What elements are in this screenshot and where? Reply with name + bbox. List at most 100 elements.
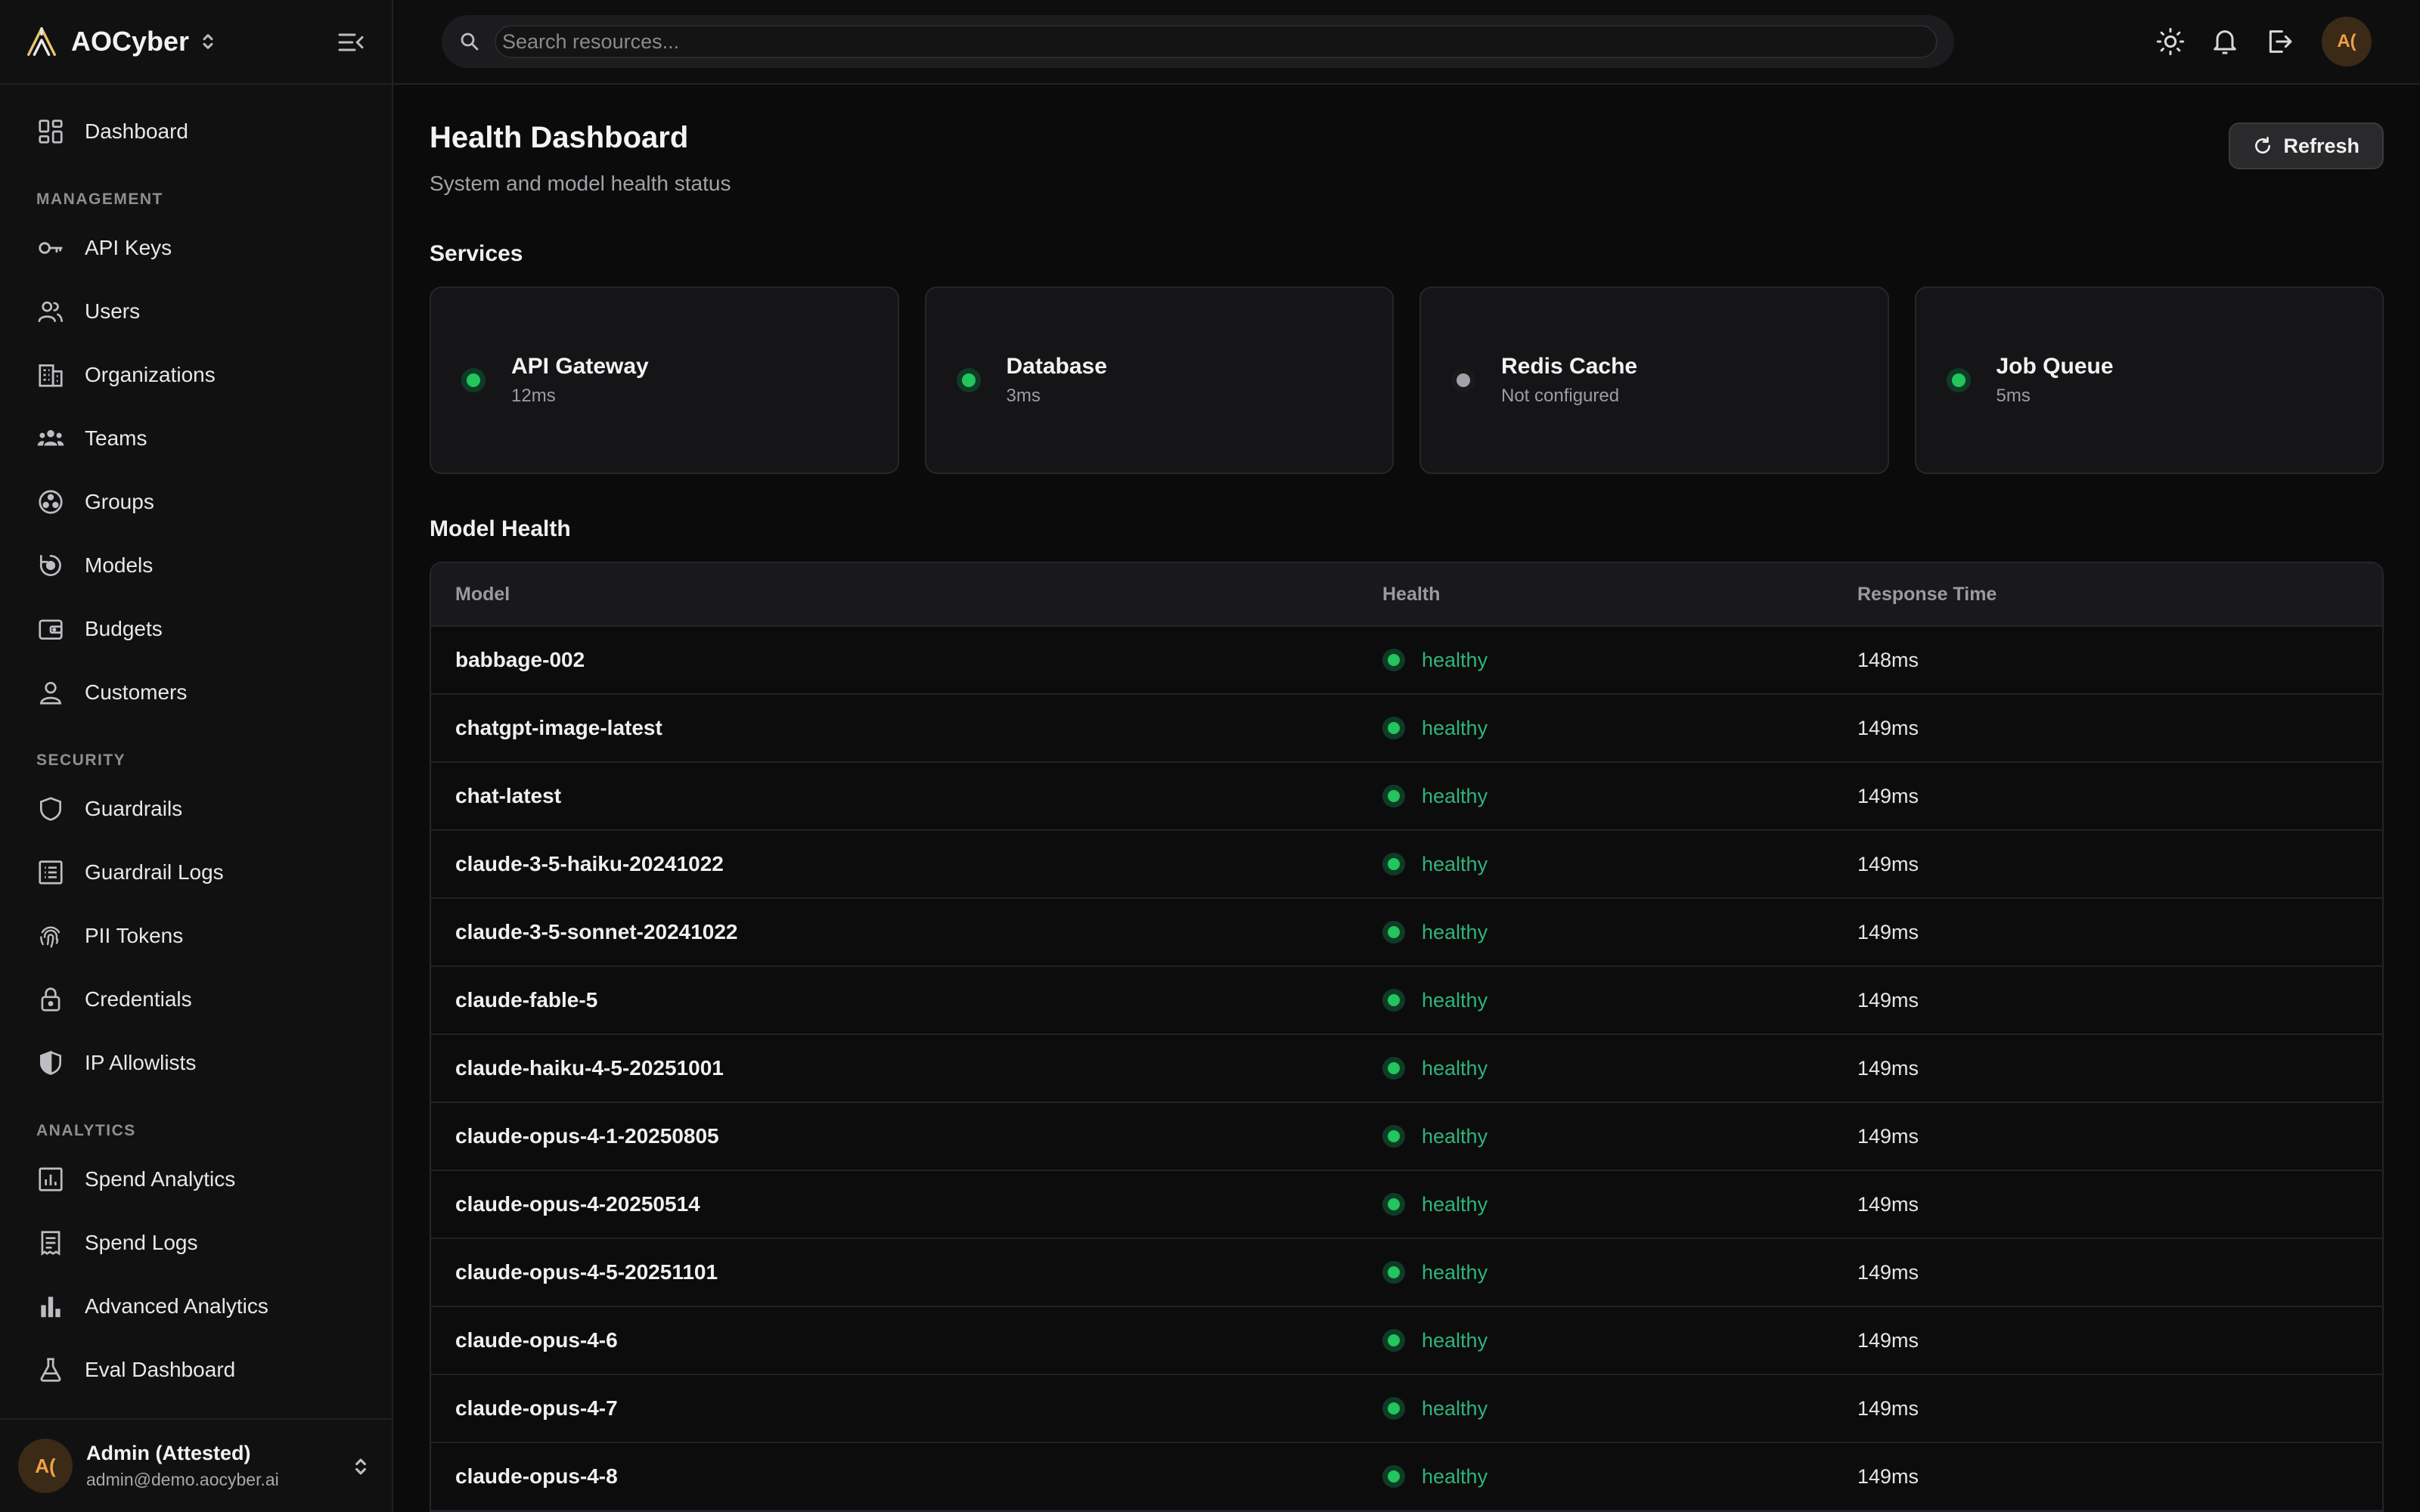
service-text: API Gateway 12ms	[511, 354, 649, 407]
status-indicator	[1382, 649, 1405, 671]
person-icon	[39, 681, 62, 705]
wallet-icon	[39, 619, 63, 640]
sidebar-item-advanced-analytics[interactable]: Advanced Analytics	[0, 1275, 392, 1338]
health-cell: healthy	[1382, 921, 1857, 944]
org-switch-chevron-icon[interactable]	[200, 30, 216, 53]
sidebar-item-models[interactable]: Models	[0, 534, 392, 597]
sidebar-item-organizations[interactable]: Organizations	[0, 343, 392, 407]
table-row[interactable]: claude-3-5-sonnet-20241022 healthy 149ms	[431, 899, 2382, 967]
fingerprint-icon	[40, 926, 60, 948]
model-name: claude-opus-4-5-20251101	[455, 1260, 718, 1284]
bell-icon[interactable]	[2210, 26, 2240, 57]
service-status: 5ms	[1996, 386, 2031, 406]
services-grid: API Gateway 12ms Database 3ms Redis Cache Not…	[430, 287, 2384, 474]
table-row[interactable]: claude-opus-4-20250514 healthy 149ms	[431, 1171, 2382, 1239]
health-cell: healthy	[1382, 1057, 1857, 1080]
sidebar-nav: Dashboard MANAGEMENT API Keys Users Orga…	[0, 85, 392, 1418]
response-time: 149ms	[1857, 1328, 1919, 1352]
sidebar-item-label: IP Allowlists	[85, 1051, 197, 1074]
page-title: Health Dashboard	[430, 121, 689, 154]
sidebar-item-customers[interactable]: Customers	[0, 661, 392, 724]
table-row[interactable]: claude-opus-4-5-20251101 healthy 149ms	[431, 1239, 2382, 1307]
sidebar-item-pii-tokens[interactable]: PII Tokens	[0, 904, 392, 968]
sidebar-item-spend-analytics[interactable]: Spend Analytics	[0, 1148, 392, 1211]
brand-header: AOCyber	[0, 0, 392, 85]
model-name: claude-opus-4-7	[455, 1396, 618, 1420]
sidebar-item-label: Spend Logs	[85, 1231, 198, 1254]
status-indicator	[1382, 1193, 1405, 1216]
status-indicator	[1382, 717, 1405, 739]
sidebar-item-credentials[interactable]: Credentials	[0, 968, 392, 1031]
table-row[interactable]: chatgpt-image-latest healthy 149ms	[431, 695, 2382, 763]
status-indicator	[1382, 785, 1405, 807]
status-indicator	[1382, 1261, 1405, 1284]
service-card: API Gateway 12ms	[430, 287, 899, 474]
service-status: 12ms	[511, 386, 556, 406]
sidebar-item-label: Organizations	[85, 363, 216, 386]
sidebar-item-users[interactable]: Users	[0, 280, 392, 343]
health-status: healthy	[1422, 1192, 1488, 1216]
sidebar-item-label: PII Tokens	[85, 924, 184, 947]
building-icon	[39, 364, 63, 387]
table-row[interactable]: claude-opus-4-1-20250805 healthy 149ms	[431, 1103, 2382, 1171]
table-row[interactable]: claude-haiku-4-5-20251001 healthy 149ms	[431, 1035, 2382, 1103]
sidebar-item-groups[interactable]: Groups	[0, 470, 392, 534]
sidebar-item-spend-logs[interactable]: Spend Logs	[0, 1211, 392, 1275]
response-time: 149ms	[1857, 852, 1919, 875]
users-icon	[38, 301, 64, 323]
table-row[interactable]: chat-latest healthy 149ms	[431, 763, 2382, 831]
sidebar-item-api-keys[interactable]: API Keys	[0, 216, 392, 280]
health-status: healthy	[1422, 920, 1488, 943]
column-header-model[interactable]: Model	[431, 584, 1382, 606]
user-menu[interactable]: A( Admin (Attested) admin@demo.aocyber.a…	[0, 1418, 392, 1512]
sidebar-item-eval-dashboard[interactable]: Eval Dashboard	[0, 1338, 392, 1402]
analytics-icon	[39, 1167, 63, 1191]
service-text: Redis Cache Not configured	[1501, 354, 1637, 407]
shield-half-icon	[39, 1050, 62, 1075]
sidebar-item-guardrail-logs[interactable]: Guardrail Logs	[0, 841, 392, 904]
search-icon	[461, 33, 479, 51]
table-row[interactable]: claude-opus-4-7 healthy 149ms	[431, 1375, 2382, 1443]
table-row[interactable]: claude-fable-5 healthy 149ms	[431, 967, 2382, 1035]
sidebar-item-label: Dashboard	[85, 119, 188, 143]
service-status: Not configured	[1501, 386, 1620, 406]
sidebar-item-budgets[interactable]: Budgets	[0, 597, 392, 661]
search-input[interactable]	[495, 25, 1938, 58]
sidebar-collapse-icon[interactable]	[336, 27, 366, 57]
sun-icon[interactable]	[2155, 26, 2186, 57]
health-status: healthy	[1422, 648, 1488, 671]
response-time: 148ms	[1857, 648, 1919, 671]
health-status: healthy	[1422, 852, 1488, 875]
sidebar-item-teams[interactable]: Teams	[0, 407, 392, 470]
refresh-button[interactable]: Refresh	[2229, 122, 2384, 169]
model-name: chatgpt-image-latest	[455, 716, 662, 739]
sidebar-item-label: Advanced Analytics	[85, 1294, 268, 1318]
table-row[interactable]: claude-opus-4-6 healthy 149ms	[431, 1307, 2382, 1375]
status-indicator	[1382, 1329, 1405, 1352]
user-name: Admin (Attested)	[86, 1442, 251, 1464]
model-name: claude-opus-4-1-20250805	[455, 1124, 719, 1148]
sidebar-item-dashboard[interactable]: Dashboard	[0, 100, 392, 163]
refresh-label: Refresh	[2283, 134, 2360, 157]
column-header-health[interactable]: Health	[1382, 584, 1857, 606]
sidebar-item-guardrails[interactable]: Guardrails	[0, 777, 392, 841]
health-status: healthy	[1422, 1328, 1488, 1352]
table-row[interactable]: claude-3-5-haiku-20241022 healthy 149ms	[431, 831, 2382, 899]
model-health-heading: Model Health	[430, 516, 571, 541]
sidebar: AOCyber Dashboard MANAGEMENT API Keys Us…	[0, 0, 393, 1512]
refresh-icon	[2255, 136, 2271, 154]
health-status: healthy	[1422, 716, 1488, 739]
model-health-table: Model Health Response Time babbage-002 he…	[430, 562, 2384, 1512]
table-row[interactable]: claude-opus-4-8 healthy 149ms	[431, 1443, 2382, 1511]
user-menu-chevron-icon[interactable]	[352, 1455, 369, 1479]
service-text: Database 3ms	[1007, 354, 1107, 407]
page-subtitle: System and model health status	[430, 172, 731, 195]
search-bar[interactable]	[442, 15, 1954, 68]
logout-icon[interactable]	[2264, 26, 2294, 57]
sidebar-item-label: Credentials	[85, 987, 192, 1011]
health-status: healthy	[1422, 1464, 1488, 1488]
sidebar-item-ip-allowlists[interactable]: IP Allowlists	[0, 1031, 392, 1095]
column-header-response-time[interactable]: Response Time	[1857, 584, 2382, 606]
topbar-avatar[interactable]: A(	[2322, 17, 2372, 67]
table-row[interactable]: babbage-002 healthy 148ms	[431, 627, 2382, 695]
